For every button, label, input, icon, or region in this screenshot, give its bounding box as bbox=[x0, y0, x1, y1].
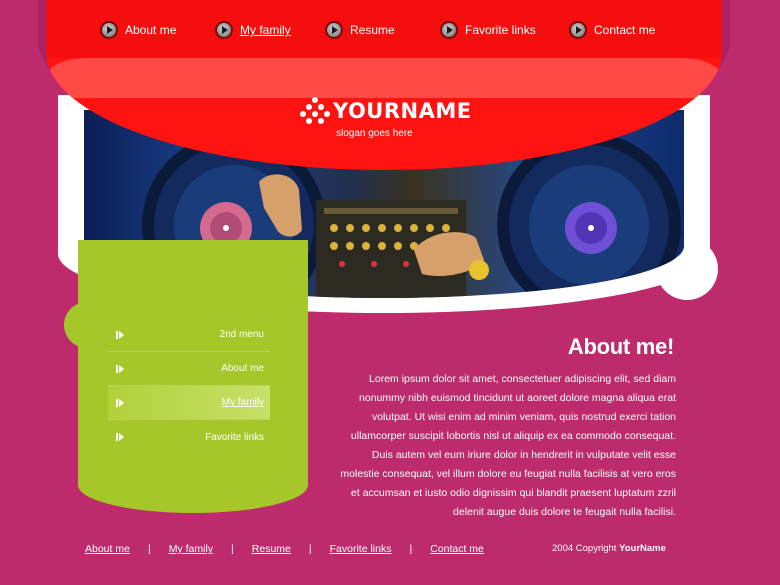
side-menu-label: 2nd menu bbox=[219, 329, 264, 340]
top-nav-label: Favorite links bbox=[465, 23, 536, 37]
top-nav-contact-me[interactable]: Contact me bbox=[569, 18, 655, 42]
top-nav-label: My family bbox=[240, 23, 291, 37]
side-menu-label: My family bbox=[221, 397, 264, 408]
logo-dots-icon bbox=[300, 97, 330, 125]
side-menu-item-2nd-menu[interactable]: 2nd menu bbox=[108, 318, 270, 352]
footer-separator: | bbox=[147, 543, 151, 555]
arrow-right-icon bbox=[116, 433, 124, 441]
arrow-right-icon bbox=[116, 365, 124, 373]
footer-link-contact-me[interactable]: Contact me bbox=[430, 543, 484, 555]
footer-separator: | bbox=[231, 543, 234, 555]
side-menu-item-favorite-links[interactable]: Favorite links bbox=[108, 420, 270, 454]
top-nav-label: Contact me bbox=[594, 23, 656, 37]
header-highlight-band bbox=[46, 58, 722, 98]
side-menu-label: Favorite links bbox=[205, 431, 264, 443]
top-nav-my-family[interactable]: My family bbox=[215, 18, 291, 42]
side-menu-label: About me bbox=[221, 363, 264, 374]
sidebar-decorative-circle bbox=[64, 302, 110, 348]
side-menu-item-my-family[interactable]: My family bbox=[108, 386, 270, 420]
top-nav-about-me[interactable]: About me bbox=[100, 18, 176, 42]
play-circle-icon bbox=[440, 21, 458, 39]
arrow-right-icon bbox=[116, 331, 124, 339]
logo-name: YOURNAME bbox=[333, 99, 472, 123]
footer-navigation: About me | My family | Resume | Favorite… bbox=[85, 541, 484, 557]
top-nav-label: About me bbox=[125, 23, 177, 37]
top-nav-resume[interactable]: Resume bbox=[325, 18, 395, 42]
play-circle-icon bbox=[569, 21, 587, 39]
top-nav-favorite-links[interactable]: Favorite links bbox=[440, 18, 536, 42]
footer-link-my-family[interactable]: My family bbox=[169, 543, 213, 555]
arrow-right-icon bbox=[116, 399, 124, 407]
footer-link-about-me[interactable]: About me bbox=[85, 543, 130, 555]
copyright-notice: 2004 Copyright YourName bbox=[552, 543, 666, 554]
side-menu-item-about-me[interactable]: About me bbox=[108, 352, 270, 386]
logo-slogan: slogan goes here bbox=[336, 128, 413, 139]
top-nav-label: Resume bbox=[350, 23, 395, 37]
play-circle-icon bbox=[100, 21, 118, 39]
copyright-name: YourName bbox=[619, 543, 666, 554]
copyright-prefix: 2004 Copyright bbox=[552, 543, 617, 554]
top-navigation: About me My family Resume Favorite links… bbox=[46, 18, 722, 42]
footer-link-resume[interactable]: Resume bbox=[252, 543, 291, 555]
site-logo[interactable]: YOURNAME slogan goes here bbox=[300, 97, 480, 143]
footer-separator: | bbox=[308, 543, 312, 555]
side-menu: 2nd menu About me My family Favorite lin… bbox=[108, 318, 270, 454]
page-title: About me! bbox=[567, 334, 674, 359]
play-circle-icon bbox=[215, 21, 233, 39]
play-circle-icon bbox=[325, 21, 343, 39]
footer-separator: | bbox=[409, 543, 413, 555]
content-body-text: Lorem ipsum dolor sit amet, consectetuer… bbox=[340, 373, 676, 518]
footer-link-favorite-links[interactable]: Favorite links bbox=[330, 543, 392, 555]
